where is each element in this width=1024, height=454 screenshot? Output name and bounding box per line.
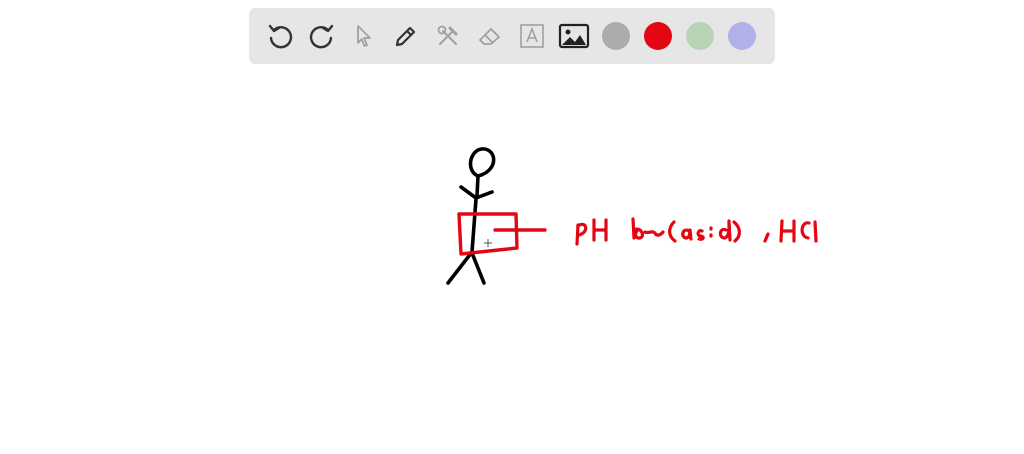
handwritten-drawing: [446, 147, 818, 285]
figure-head: [468, 147, 496, 178]
whiteboard-canvas[interactable]: [0, 0, 1024, 454]
red-handwriting: [575, 217, 818, 246]
figure-body: [470, 197, 478, 254]
crosshair-cursor-icon: [484, 239, 492, 247]
figure-leg-right: [470, 251, 486, 285]
figure-neck: [475, 174, 480, 198]
figure-leg-left: [446, 250, 474, 285]
stick-figure-sketch: [446, 147, 496, 285]
red-box-outline: [457, 212, 519, 256]
